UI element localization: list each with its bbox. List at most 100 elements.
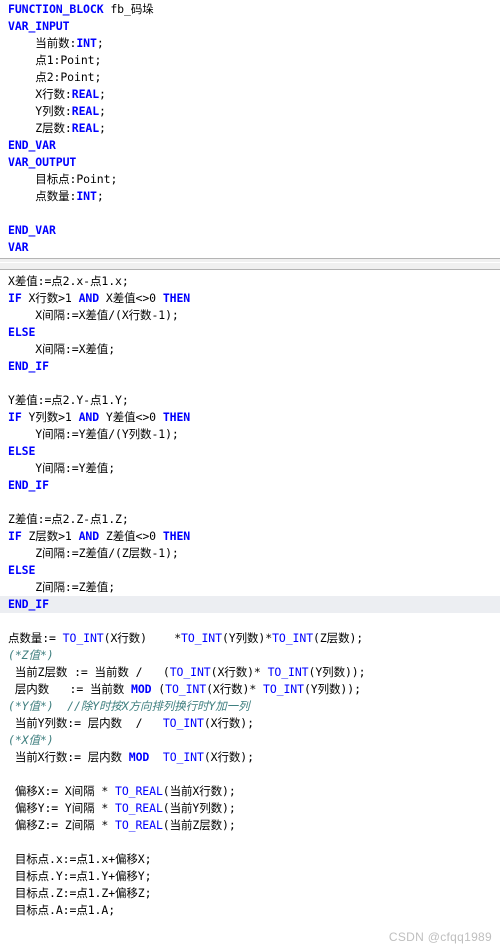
implementation-line[interactable] [0,834,500,851]
implementation-line[interactable]: ELSE [0,443,500,460]
implementation-line[interactable]: IF Y列数>1 AND Y差值<>0 THEN [0,409,500,426]
pane-splitter[interactable] [0,258,500,270]
implementation-line[interactable]: 当前X行数:= 层内数 MOD TO_INT(X行数); [0,749,500,766]
declaration-line[interactable]: Y列数:REAL; [0,103,500,120]
code-text: 偏移X:= X间隔 * [8,784,116,798]
implementation-code[interactable]: X差值:=点2.x-点1.x; IF X行数>1 AND X差值<>0 THEN … [0,272,500,919]
code-function: TO_REAL [115,784,163,798]
code-text: (Z层数); [313,631,364,645]
declaration-line[interactable]: VAR_OUTPUT [0,154,500,171]
implementation-line[interactable]: Z差值:=点2.Z-点1.Z; [0,511,500,528]
code-text: 层内数 := 当前数 [8,682,131,696]
implementation-pane[interactable]: X差值:=点2.x-点1.x; IF X行数>1 AND X差值<>0 THEN … [0,272,500,952]
declaration-line[interactable]: 点1:Point; [0,52,500,69]
code-text: X间隔:=X差值/(X行数-1); [35,308,179,322]
implementation-line[interactable]: 目标点.Z:=点1.Z+偏移Z; [0,885,500,902]
code-function: TO_REAL [115,801,163,815]
code-text: Z层数>1 [21,529,79,543]
code-function: TO_REAL [115,818,163,832]
code-text: ; [96,189,104,203]
implementation-line[interactable]: 当前Y列数:= 层内数 / TO_INT(X行数); [0,715,500,732]
code-text: 偏移Z:= Z间隔 * [8,818,116,832]
code-keyword: MOD [131,682,152,696]
implementation-line[interactable]: 层内数 := 当前数 MOD (TO_INT(X行数)* TO_INT(Y列数)… [0,681,500,698]
declaration-line[interactable]: VAR [0,239,500,256]
implementation-line[interactable]: (*Z值*) [0,647,500,664]
implementation-line[interactable]: 偏移X:= X间隔 * TO_REAL(当前X行数); [0,783,500,800]
declaration-pane[interactable]: FUNCTION_BLOCK fb_码垛 VAR_INPUT 当前数:INT; 点… [0,0,500,258]
declaration-line[interactable]: 目标点:Point; [0,171,500,188]
declaration-line[interactable]: FUNCTION_BLOCK fb_码垛 [0,0,500,18]
csdn-watermark: CSDN @cfqq1989 [388,930,492,944]
code-keyword: INT [76,189,97,203]
implementation-line[interactable]: END_IF [0,596,500,613]
implementation-line[interactable]: Y间隔:=Y差值; [0,460,500,477]
implementation-line[interactable]: 点数量:= TO_INT(X行数) *TO_INT(Y列数)*TO_INT(Z层… [0,630,500,647]
code-text: 点数量: [35,189,77,203]
code-keyword: IF [8,410,22,424]
implementation-line[interactable]: 偏移Z:= Z间隔 * TO_REAL(当前Z层数); [0,817,500,834]
implementation-line[interactable] [0,494,500,511]
implementation-line[interactable]: ELSE [0,562,500,579]
declaration-line[interactable]: 点数量:INT; [0,188,500,205]
implementation-line[interactable]: 目标点.A:=点1.A; [0,902,500,919]
code-keyword: AND [78,410,100,424]
implementation-line[interactable]: Z间隔:=Z差值/(Z层数-1); [0,545,500,562]
code-keyword: AND [78,291,100,305]
code-text: ; [99,104,106,118]
code-text: (X行数); [203,750,254,764]
code-function: TO_INT [169,665,211,679]
code-text: 点1:Point; [35,53,102,67]
declaration-line[interactable]: Z层数:REAL; [0,120,500,137]
code-keyword: END_VAR [8,138,56,152]
implementation-line[interactable]: 当前Z层数 := 当前数 / (TO_INT(X行数)* TO_INT(Y列数)… [0,664,500,681]
implementation-line[interactable]: (*Y值*) //除Y时按X方向排列换行时Y加一列 [0,698,500,715]
declaration-line[interactable]: X行数:REAL; [0,86,500,103]
implementation-line[interactable]: Y间隔:=Y差值/(Y列数-1); [0,426,500,443]
implementation-line[interactable]: END_IF [0,477,500,494]
code-text: 点2:Point; [35,70,102,84]
implementation-line[interactable]: X间隔:=X差值/(X行数-1); [0,307,500,324]
implementation-line[interactable]: 目标点.Y:=点1.Y+偏移Y; [0,868,500,885]
code-keyword: END_IF [8,359,49,373]
implementation-line[interactable] [0,766,500,783]
declaration-line[interactable] [0,205,500,222]
implementation-line[interactable] [0,375,500,392]
code-keyword: END_IF [8,597,49,611]
declaration-line[interactable]: END_VAR [0,137,500,154]
implementation-line[interactable]: (*X值*) [0,732,500,749]
code-text: 目标点.x:=点1.x+偏移X; [8,852,152,866]
declaration-line[interactable]: 当前数:INT; [0,35,500,52]
implementation-line[interactable]: IF X行数>1 AND X差值<>0 THEN [0,290,500,307]
code-keyword: AND [78,529,100,543]
implementation-line[interactable]: X差值:=点2.x-点1.x; [0,272,500,290]
implementation-line[interactable] [0,613,500,630]
declaration-line[interactable]: 点2:Point; [0,69,500,86]
code-text: (当前Z层数); [162,818,236,832]
implementation-line[interactable]: 偏移Y:= Y间隔 * TO_REAL(当前Y列数); [0,800,500,817]
declaration-line[interactable]: VAR_INPUT [0,18,500,35]
code-text: ( [151,682,166,696]
implementation-line[interactable]: Y差值:=点2.Y-点1.Y; [0,392,500,409]
implementation-line[interactable]: 目标点.x:=点1.x+偏移X; [0,851,500,868]
code-function: TO_INT [181,631,222,645]
implementation-line[interactable]: Z间隔:=Z差值; [0,579,500,596]
code-text: (X行数); [203,716,254,730]
implementation-line[interactable]: X间隔:=X差值; [0,341,500,358]
code-text: Z间隔:=Z差值/(Z层数-1); [35,546,179,560]
code-function: TO_INT [162,716,204,730]
implementation-line[interactable]: ELSE [0,324,500,341]
declaration-code[interactable]: FUNCTION_BLOCK fb_码垛 VAR_INPUT 当前数:INT; 点… [0,0,500,256]
code-keyword: INT [76,36,97,50]
implementation-line[interactable]: IF Z层数>1 AND Z差值<>0 THEN [0,528,500,545]
splitter-groove [0,262,500,263]
implementation-line[interactable]: END_IF [0,358,500,375]
declaration-line[interactable]: END_VAR [0,222,500,239]
